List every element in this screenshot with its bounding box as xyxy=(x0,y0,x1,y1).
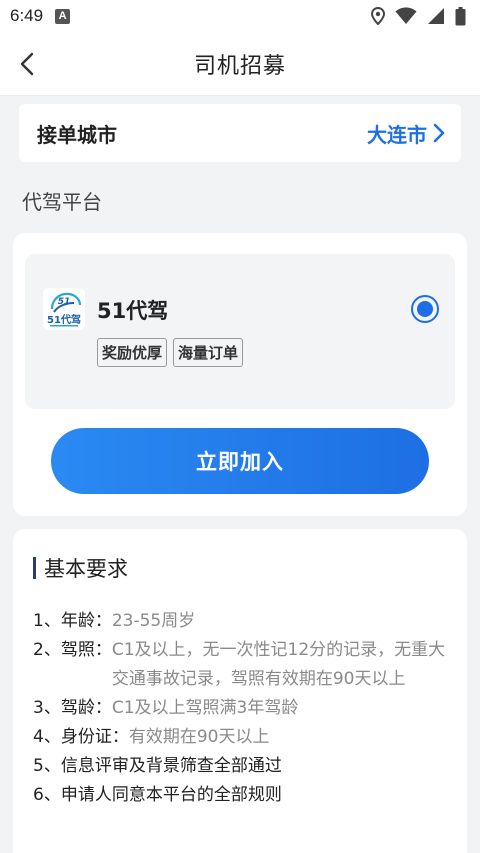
signal-icon xyxy=(428,8,444,24)
tag: 奖励优厚 xyxy=(97,338,168,367)
platform-tags: 奖励优厚 海量订单 xyxy=(97,338,244,367)
city-selector[interactable]: 接单城市 大连市 xyxy=(19,104,461,162)
requirement-row: 1、年龄： 23-55周岁 xyxy=(33,607,453,636)
city-value: 大连市 xyxy=(367,122,427,147)
requirement-key: 4、身份证： xyxy=(33,727,129,747)
battery-icon xyxy=(455,6,466,25)
platform-item[interactable]: 51 51代驾 51代驾 奖励优厚 海量订单 xyxy=(25,254,455,409)
platform-logo-image: 51 51代驾 xyxy=(47,292,82,327)
join-button[interactable]: 立即加入 xyxy=(51,428,429,494)
wifi-icon xyxy=(395,7,417,24)
requirement-key: 5、信息评审及背景筛查全部通过 xyxy=(33,756,282,776)
tag: 海量订单 xyxy=(173,338,244,367)
nav-bar: 司机招募 xyxy=(0,32,480,96)
platform-logo: 51 51代驾 xyxy=(43,288,85,330)
requirement-row: 3、驾龄： C1及以上驾照满3年驾龄 xyxy=(33,694,453,723)
requirement-key: 2、驾照： xyxy=(33,640,112,660)
requirement-row: 2、驾照： C1及以上，无一次性记12分的记录，无重大交通事故记录，驾照有效期在… xyxy=(33,636,453,694)
chevron-right-icon xyxy=(433,123,445,143)
city-value-link[interactable]: 大连市 xyxy=(367,119,445,148)
requirement-key: 3、驾龄： xyxy=(33,698,112,718)
svg-text:51代驾: 51代驾 xyxy=(47,313,81,326)
location-icon xyxy=(371,7,385,25)
requirement-value: C1及以上，无一次性记12分的记录，无重大交通事故记录，驾照有效期在90天以上 xyxy=(111,640,446,689)
title-accent-bar xyxy=(33,557,36,579)
status-icons xyxy=(371,6,466,26)
platform-radio[interactable] xyxy=(411,295,439,323)
requirements-card: 基本要求 1、年龄： 23-55周岁 2、驾照： C1及以上，无一次性记12分的… xyxy=(13,529,467,853)
svg-text:51: 51 xyxy=(58,297,71,307)
platform-section-title: 代驾平台 xyxy=(22,190,102,214)
requirement-row: 5、信息评审及背景筛查全部通过 xyxy=(33,752,453,781)
requirement-key: 1、年龄： xyxy=(33,611,112,631)
requirement-row: 6、申请人同意本平台的全部规则 xyxy=(33,781,453,810)
city-label: 接单城市 xyxy=(37,122,117,147)
requirements-list: 1、年龄： 23-55周岁 2、驾照： C1及以上，无一次性记12分的记录，无重… xyxy=(33,607,453,810)
requirement-row: 4、身份证： 有效期在90天以上 xyxy=(33,723,453,752)
radio-selected-dot xyxy=(417,301,433,317)
requirements-title: 基本要求 xyxy=(44,557,128,581)
requirement-value: 有效期在90天以上 xyxy=(128,727,270,747)
page-title: 司机招募 xyxy=(193,53,286,79)
back-button[interactable] xyxy=(12,48,42,80)
notification-icon: A xyxy=(55,8,71,24)
requirement-value: C1及以上驾照满3年驾龄 xyxy=(111,698,299,718)
requirements-header: 基本要求 xyxy=(33,553,128,583)
requirement-value: 23-55周岁 xyxy=(111,611,196,631)
platform-card: 51 51代驾 51代驾 奖励优厚 海量订单 立即加入 xyxy=(13,233,467,516)
requirement-key: 6、申请人同意本平台的全部规则 xyxy=(33,785,282,805)
chevron-left-icon xyxy=(20,52,34,76)
platform-name: 51代驾 xyxy=(97,299,169,323)
status-time: 6:49 xyxy=(10,6,44,25)
status-bar: 6:49 A xyxy=(0,0,480,32)
